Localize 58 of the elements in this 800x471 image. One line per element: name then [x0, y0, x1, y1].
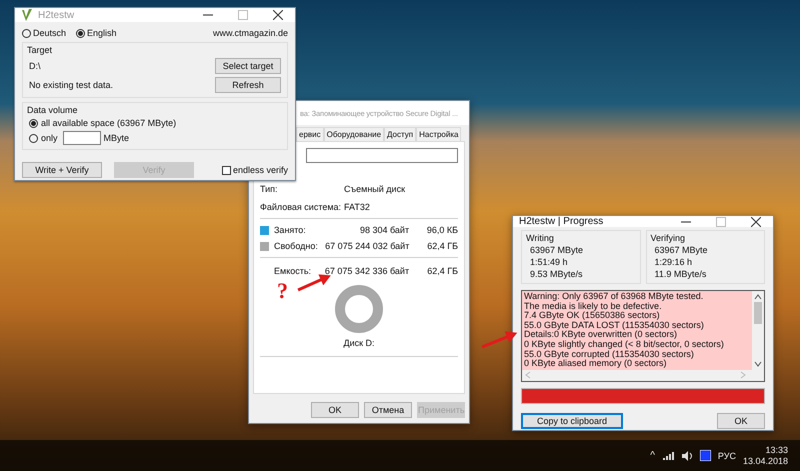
clock-time: 13:33 [765, 444, 788, 456]
field-label: Файловая система: [260, 202, 342, 212]
ok-button[interactable]: OK [717, 412, 765, 429]
log-line: 55.0 GByte corrupted (115354030 sectors) [524, 350, 694, 360]
log-line: The media is likely to be defective. [524, 302, 662, 312]
question-mark: ? [277, 278, 288, 304]
log-line: Warning: Only 63967 of 63968 MByte tested. [524, 292, 704, 302]
log-line: Details:0 KByte overwritten (0 sectors) [524, 330, 678, 340]
log-line: 7.4 GByte OK (15650386 sectors) [524, 311, 661, 321]
size-value: 96,0 КБ [426, 225, 458, 235]
group-label: Writing [526, 233, 555, 243]
tab[interactable]: Настройка [416, 127, 462, 141]
group-label: Target [27, 45, 54, 55]
field-label: Тип: [260, 184, 279, 194]
option-label: Deutsch [33, 28, 66, 38]
option-label: only [41, 133, 58, 143]
dialog-button[interactable]: Отмена [364, 402, 412, 418]
clock[interactable]: 13:33 13.04.2018 [742, 444, 788, 466]
stat-text: 63967 MByte [654, 245, 709, 255]
option-label: all available space (63967 MByte) [41, 118, 176, 128]
field-value: Съемный диск [344, 184, 406, 194]
status-text: No existing test data. [29, 80, 114, 90]
stat-text: 9.53 MByte/s [529, 269, 584, 279]
tab[interactable]: ервис [296, 127, 324, 141]
disk-label: Диск D: [343, 338, 375, 348]
size-value: 62,4 ГБ [426, 241, 458, 251]
stat-text: 63967 MByte [529, 245, 584, 255]
window-title: H2testw [38, 10, 74, 20]
field-value: FAT32 [344, 202, 370, 212]
checkbox-label: endless verify [232, 165, 288, 175]
log-line: 0 KByte slightly changed (< 8 bit/sector, 0 sectors) [524, 340, 725, 350]
refresh-button[interactable]: Refresh [215, 77, 281, 93]
stat-text: 11.9 MByte/s [654, 269, 708, 279]
log-line: 0 KByte aliased memory (0 sectors) [524, 359, 667, 369]
target-path: D:\ [29, 61, 42, 71]
stat-text: 1:29:16 h [654, 257, 694, 267]
show-hidden-icons-button[interactable]: ^ [650, 450, 655, 461]
field-label: Занято: [274, 225, 307, 235]
size-value: 62,4 ГБ [426, 266, 458, 276]
copy-button[interactable]: Copy to clipboard [521, 412, 623, 429]
select-target-button[interactable]: Select target [215, 58, 281, 74]
clock-date: 13.04.2018 [742, 456, 788, 466]
tab[interactable]: Оборудование [324, 127, 384, 141]
field-label: Емкость: [274, 266, 312, 276]
window-title: H2testw | Progress [519, 216, 604, 227]
language-indicator[interactable]: РУС [718, 450, 736, 460]
group-label: Data volume [27, 105, 79, 115]
option-label: English [87, 28, 117, 38]
byte-count: 67 075 342 336 байт [324, 266, 410, 276]
stat-text: 1:51:49 h [529, 257, 569, 267]
write-verify-button[interactable]: Write + Verify [22, 162, 102, 178]
log-line: 55.0 GByte DATA LOST (115354030 sectors) [524, 320, 705, 330]
dialog-button[interactable]: OK [311, 402, 359, 418]
tab[interactable]: Доступ [384, 127, 416, 141]
unit-label: MByte [104, 133, 130, 143]
group-label: Verifying [650, 233, 686, 243]
website-text: www.ctmagazin.de [212, 28, 288, 38]
byte-count: 98 304 байт [358, 225, 410, 235]
